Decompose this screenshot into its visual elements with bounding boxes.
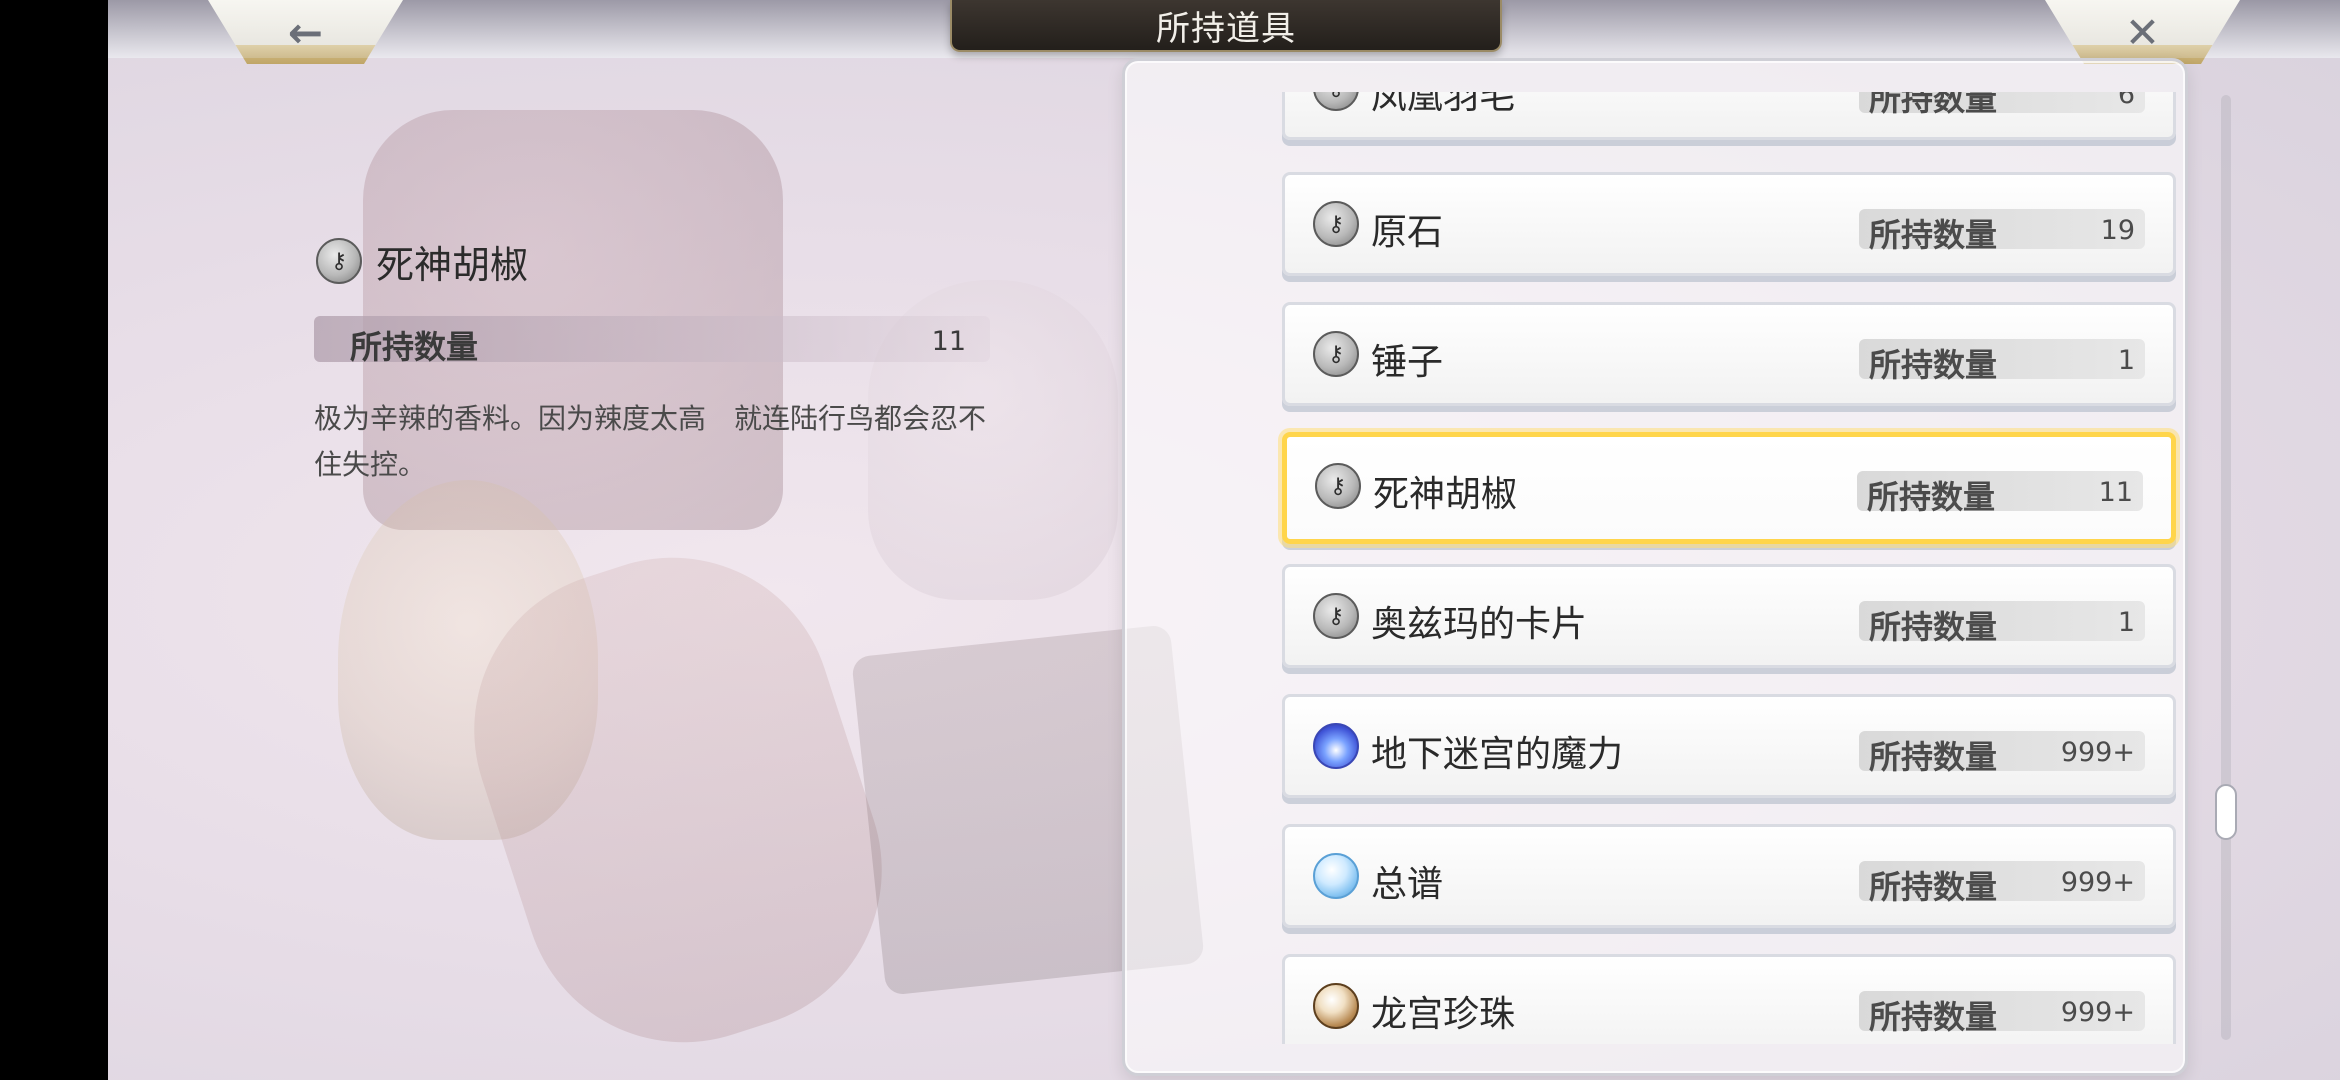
- list-item-quantity-label: 所持数量: [1869, 868, 1998, 906]
- key-icon: ⚷: [1313, 331, 1359, 377]
- list-item-icon-wrap: ⚷: [1313, 92, 1359, 111]
- list-item-quantity-label: 所持数量: [1869, 608, 1998, 646]
- item-list[interactable]: ⚷ 凤凰羽毛 所持数量 6 ⚷ 原石 所持数量 19 ⚷ 锤子 所持: [1122, 92, 2182, 1044]
- key-icon: ⚷: [1313, 593, 1359, 639]
- list-item-quantity-value: 999+: [2060, 737, 2135, 768]
- list-item-quantity: 所持数量 19: [1859, 209, 2145, 254]
- item-detail-quantity-bar: 所持数量 11: [314, 316, 990, 366]
- list-item-icon-wrap: [1313, 853, 1359, 899]
- list-item-quantity-label: 所持数量: [1869, 216, 1998, 254]
- list-item-quantity-value: 19: [2100, 215, 2135, 246]
- list-item-name: 锤子: [1371, 342, 1444, 383]
- list-item-quantity: 所持数量 1: [1859, 601, 2145, 646]
- list-item-quantity-label: 所持数量: [1869, 346, 1998, 384]
- list-item-quantity-label: 所持数量: [1869, 92, 1998, 118]
- list-item-name: 龙宫珍珠: [1371, 994, 1516, 1035]
- list-item-name: 凤凰羽毛: [1371, 92, 1516, 117]
- list-item-quantity-value: 1: [2117, 607, 2135, 638]
- key-icon: ⚷: [316, 238, 362, 284]
- list-item-quantity: 所持数量 6: [1859, 92, 2145, 118]
- screen: ← 所持道具 ✕ ⚷ 死神胡椒 所持数量 11 极为辛辣的香料。因为辣度太高 就…: [108, 0, 2340, 1080]
- list-item[interactable]: ⚷ 原石 所持数量 19: [1282, 172, 2176, 276]
- list-item[interactable]: ⚷ 锤子 所持数量 1: [1282, 302, 2176, 406]
- list-item-quantity-label: 所持数量: [1869, 738, 1998, 776]
- item-detail-name: 死神胡椒: [376, 242, 529, 287]
- list-item[interactable]: ⚷ 奥兹玛的卡片 所持数量 1: [1282, 564, 2176, 668]
- list-item-icon-wrap: [1313, 723, 1359, 769]
- close-icon: ✕: [2124, 7, 2161, 57]
- list-item-icon-wrap: ⚷: [1313, 593, 1359, 639]
- list-item-quantity-value: 1: [2117, 345, 2135, 376]
- list-item-icon-wrap: [1313, 983, 1359, 1029]
- key-icon: ⚷: [1313, 201, 1359, 247]
- key-icon: ⚷: [1313, 92, 1359, 111]
- crystal-orb-icon: [1313, 853, 1359, 899]
- list-item-quantity: 所持数量 999+: [1859, 731, 2145, 776]
- list-item-selected[interactable]: ⚷ 死神胡椒 所持数量 11: [1282, 432, 2176, 544]
- list-item[interactable]: 龙宫珍珠 所持数量 999+: [1282, 954, 2176, 1044]
- key-icon: ⚷: [1315, 463, 1361, 509]
- page-title-plate: 所持道具: [950, 0, 1502, 52]
- page-title: 所持道具: [1156, 8, 1296, 49]
- list-item-quantity-label: 所持数量: [1867, 478, 1996, 516]
- list-item-quantity-value: 999+: [2060, 997, 2135, 1028]
- item-detail-quantity-value: 11: [931, 326, 966, 357]
- list-item-name: 总谱: [1371, 864, 1444, 905]
- list-item-icon-wrap: ⚷: [1313, 201, 1359, 247]
- list-item-quantity-label: 所持数量: [1869, 998, 1998, 1036]
- list-item-quantity-value: 999+: [2060, 867, 2135, 898]
- list-item-name: 原石: [1371, 212, 1444, 253]
- arrow-left-icon: ←: [287, 7, 324, 57]
- list-item-icon-wrap: ⚷: [1315, 463, 1361, 509]
- list-item-quantity-value: 6: [2117, 92, 2135, 110]
- item-detail-title: ⚷ 死神胡椒: [316, 232, 528, 290]
- blue-flame-icon: [1313, 723, 1359, 769]
- list-item-name: 地下迷宫的魔力: [1371, 734, 1624, 775]
- list-item-name: 奥兹玛的卡片: [1371, 604, 1588, 645]
- list-item-quantity: 所持数量 1: [1859, 339, 2145, 384]
- pearl-icon: [1313, 983, 1359, 1029]
- list-scrollbar[interactable]: [2221, 95, 2231, 1040]
- list-item-quantity: 所持数量 999+: [1859, 861, 2145, 906]
- item-detail-description: 极为辛辣的香料。因为辣度太高 就连陆行鸟都会忍不住失控。: [314, 402, 987, 481]
- list-item[interactable]: 地下迷宫的魔力 所持数量 999+: [1282, 694, 2176, 798]
- item-detail-quantity-label: 所持数量: [350, 328, 479, 366]
- list-item-quantity: 所持数量 11: [1857, 471, 2143, 516]
- list-scrollbar-thumb[interactable]: [2215, 784, 2237, 840]
- list-item-quantity: 所持数量 999+: [1859, 991, 2145, 1036]
- list-item[interactable]: 总谱 所持数量 999+: [1282, 824, 2176, 928]
- list-item[interactable]: ⚷ 凤凰羽毛 所持数量 6: [1282, 92, 2176, 140]
- list-item-icon-wrap: ⚷: [1313, 331, 1359, 377]
- list-item-quantity-value: 11: [2098, 477, 2133, 508]
- list-item-name: 死神胡椒: [1373, 474, 1518, 515]
